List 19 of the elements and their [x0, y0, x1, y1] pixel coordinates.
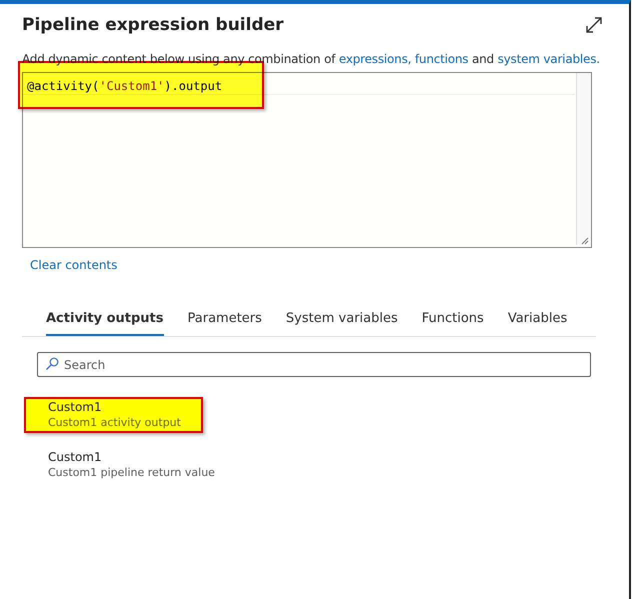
search-icon [45, 357, 59, 371]
expression-text: @activity('Custom1').output [27, 79, 222, 93]
output-item[interactable]: Custom1 Custom1 activity output [24, 397, 203, 433]
description-link[interactable]: expressions, [338, 52, 412, 66]
output-item[interactable]: Custom1 Custom1 pipeline return value [24, 447, 237, 483]
expression-editor[interactable]: @activity('Custom1').output [22, 72, 592, 248]
scrollbar[interactable] [576, 73, 591, 245]
tab[interactable]: Activity outputs [46, 305, 164, 336]
tab[interactable]: Variables [508, 305, 568, 336]
description-link[interactable]: system variables. [498, 52, 600, 66]
tab[interactable]: Parameters [188, 305, 262, 336]
resize-grip-icon[interactable] [581, 237, 589, 245]
expand-button[interactable] [585, 16, 603, 34]
description-link[interactable]: functions [414, 52, 468, 66]
tab[interactable]: Functions [422, 305, 484, 336]
panel-title: Pipeline expression builder [22, 15, 284, 35]
tab[interactable]: System variables [286, 305, 398, 336]
search-field[interactable]: Search [37, 352, 591, 377]
clear-contents-link[interactable]: Clear contents [30, 258, 118, 272]
